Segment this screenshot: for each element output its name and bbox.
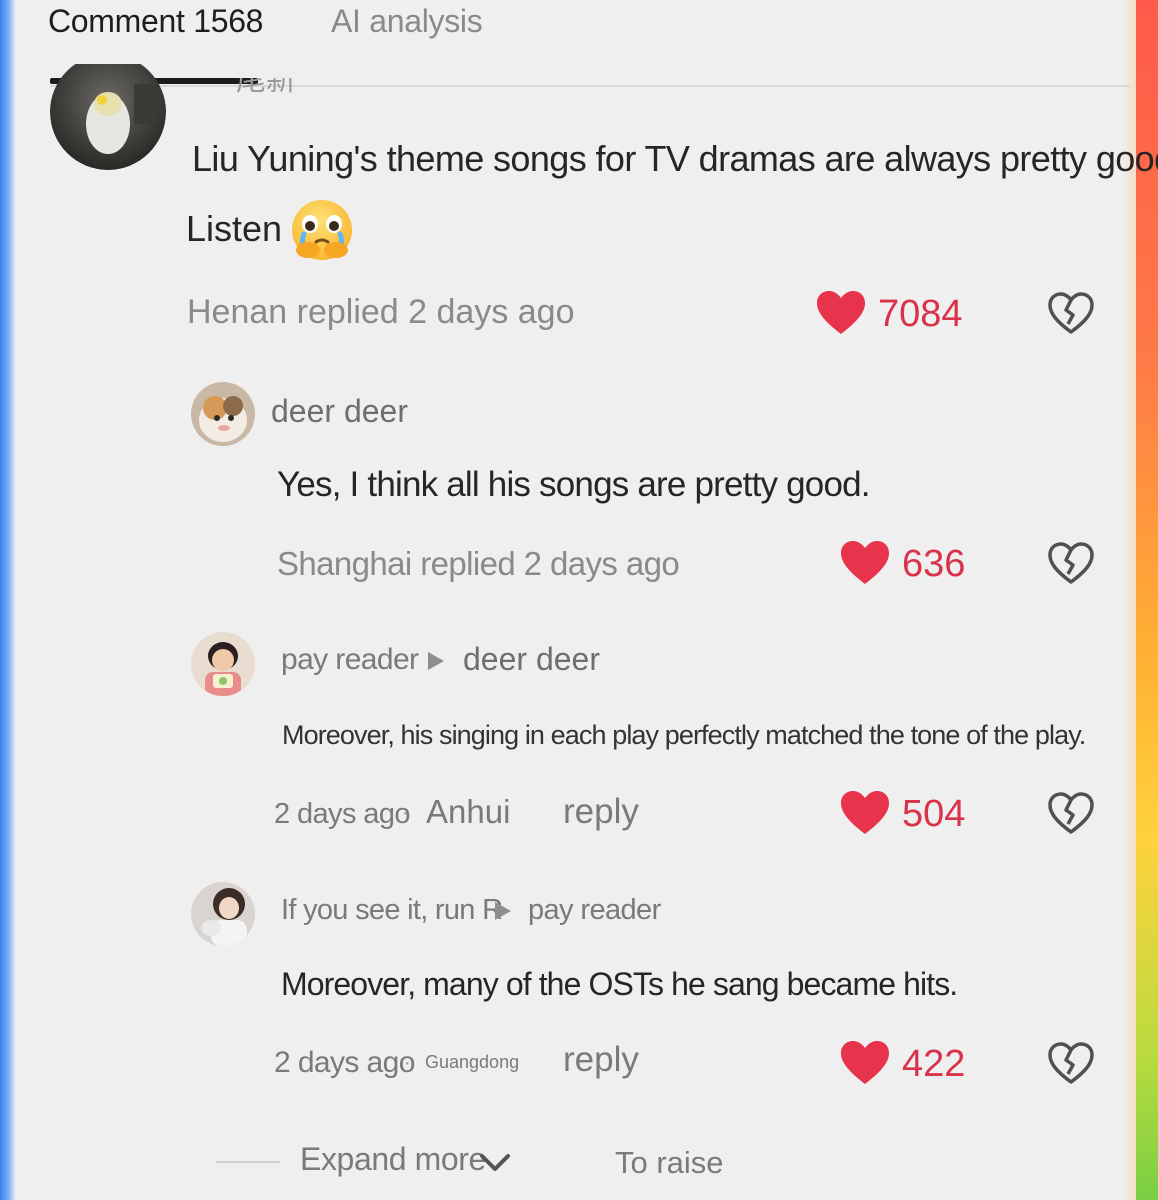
avatar[interactable]: [191, 882, 255, 946]
expand-more-button[interactable]: Expand more: [300, 1140, 486, 1178]
broken-heart-icon[interactable]: [1046, 290, 1096, 336]
like-count: 504: [902, 793, 966, 835]
heart-icon[interactable]: [840, 1040, 890, 1086]
avatar-image: [191, 632, 255, 696]
reply-text: Moreover, his singing in each play perfe…: [282, 720, 1086, 750]
tab-comments[interactable]: Comment 1568: [48, 2, 263, 40]
cut-username: 尾新: [236, 78, 296, 97]
reply-text: Moreover, many of the OSTs he sang becam…: [281, 966, 958, 1002]
heart-icon[interactable]: [840, 790, 890, 836]
like-count: 422: [902, 1043, 966, 1085]
broken-heart-icon[interactable]: [1046, 1040, 1096, 1086]
reply-username[interactable]: If you see it, run R: [281, 892, 503, 928]
tab-ai-analysis[interactable]: AI analysis: [331, 2, 483, 40]
to-raise-button[interactable]: To raise: [615, 1144, 724, 1182]
reply-time: 2 days ago: [274, 1046, 415, 1079]
reply-button[interactable]: reply: [563, 792, 639, 832]
comment-meta: Henan replied 2 days ago: [187, 293, 575, 331]
reply-username[interactable]: deer deer: [271, 392, 408, 430]
avatar[interactable]: [191, 382, 255, 446]
reply-text: Yes, I think all his songs are pretty go…: [277, 465, 871, 504]
tab-divider: [50, 85, 1130, 87]
left-edge-strip: [0, 0, 16, 1200]
reply-username[interactable]: pay reader: [281, 642, 419, 678]
avatar[interactable]: [50, 64, 166, 170]
reply-to-username[interactable]: pay reader: [528, 892, 661, 928]
meta-separator-dot: ·: [404, 1052, 411, 1074]
avatar-image: [50, 64, 166, 170]
right-edge-strip: [1122, 0, 1158, 1200]
triangle-arrow-icon: [495, 902, 511, 920]
triangle-arrow-icon: [428, 652, 444, 670]
avatar-image: [191, 382, 255, 446]
broken-heart-icon[interactable]: [1046, 790, 1096, 836]
heart-icon[interactable]: [816, 290, 866, 336]
meta-separator-dot: ·: [402, 802, 409, 824]
like-count: 636: [902, 543, 966, 585]
pleading-emoji-icon: [292, 200, 352, 260]
broken-heart-icon[interactable]: [1046, 540, 1096, 586]
avatar-image: [191, 882, 255, 946]
avatar[interactable]: [191, 632, 255, 696]
comment-text: Liu Yuning's theme songs for TV dramas a…: [192, 138, 1158, 179]
chevron-down-icon[interactable]: [478, 1150, 512, 1174]
reply-time: 2 days ago: [274, 798, 410, 830]
reply-location: Anhui: [426, 793, 511, 830]
comment-text: Listen: [186, 208, 283, 249]
like-count: 7084: [878, 293, 963, 335]
heart-icon[interactable]: [840, 540, 890, 586]
reply-button[interactable]: reply: [563, 1040, 639, 1080]
reply-meta: Shanghai replied 2 days ago: [277, 545, 680, 582]
reply-to-username[interactable]: deer deer: [463, 640, 600, 678]
reply-location: Guangdong: [425, 1052, 520, 1072]
expand-divider-line: [216, 1161, 280, 1163]
